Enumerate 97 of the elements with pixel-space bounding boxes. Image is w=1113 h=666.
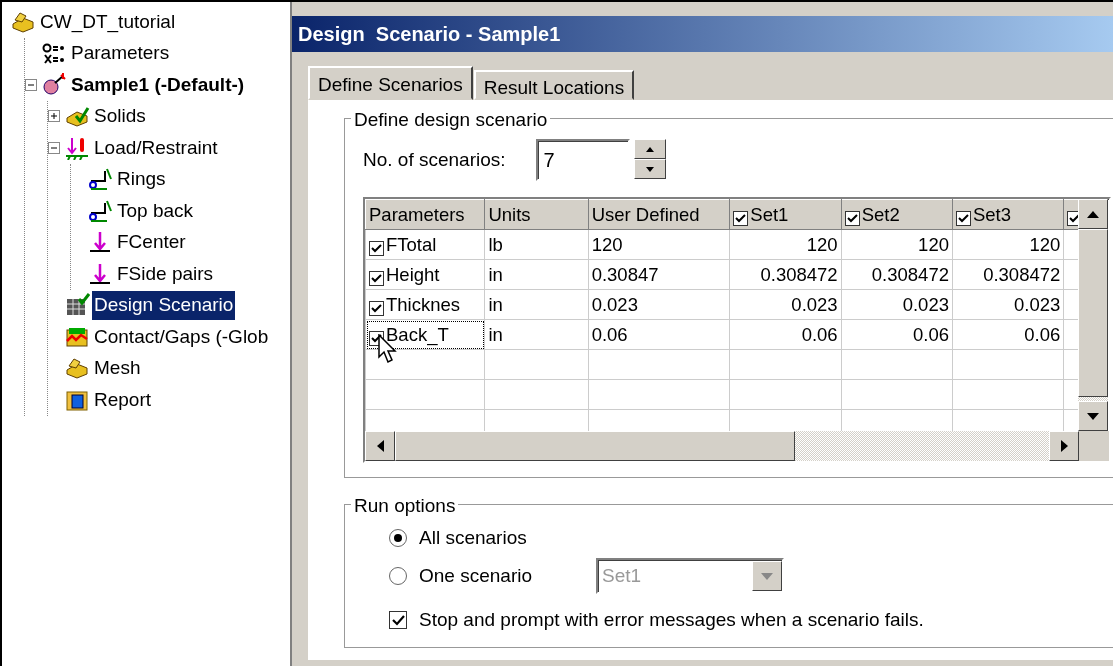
left-arrow-icon — [376, 440, 384, 452]
column-header[interactable]: Set3 — [952, 199, 1064, 230]
column-header[interactable]: Parameters — [365, 199, 485, 230]
column-header[interactable]: Units — [484, 199, 589, 230]
scenarios-label: No. of scenarios: — [363, 147, 506, 172]
scrollbar-corner — [1079, 431, 1109, 461]
column-title: Set3 — [973, 203, 1012, 225]
check-icon — [371, 303, 382, 313]
radio-button[interactable] — [389, 567, 407, 585]
radio-label: One scenario — [419, 563, 532, 588]
up-arrow-icon — [1087, 210, 1099, 218]
column-header[interactable]: Set2 — [841, 199, 953, 230]
table-cell: 120 — [841, 229, 953, 260]
spin-up-button[interactable] — [633, 139, 666, 159]
table-icon — [64, 293, 90, 318]
tree-item[interactable]: FSide pairs — [115, 259, 216, 288]
table-cell: in — [484, 289, 589, 320]
check-icon — [846, 213, 858, 223]
table-cell: 0.023 — [729, 289, 842, 320]
column-header[interactable]: Set1 — [729, 199, 842, 230]
check-icon — [391, 614, 405, 626]
column-title: Set1 — [750, 203, 789, 225]
parameter-name: FTotal — [386, 233, 437, 255]
table-cell: 0.06 — [729, 319, 842, 350]
dialog-title: Design Scenario - Sample1 — [292, 16, 1113, 52]
tab[interactable]: Result Locations — [473, 70, 635, 100]
restraint-icon — [87, 198, 113, 223]
tree-item[interactable]: Parameters — [69, 39, 172, 68]
check-icon — [958, 213, 969, 223]
table-cell: 0.308472 — [952, 259, 1064, 290]
force-icon — [87, 230, 113, 255]
table-cell: 0.06 — [952, 319, 1064, 350]
table-cell: in — [484, 259, 589, 290]
checkbox[interactable] — [369, 300, 384, 316]
tree-item[interactable]: Load/Restraint — [92, 133, 220, 162]
table-cell: 0.023 — [841, 289, 953, 320]
tree-item[interactable]: Mesh — [92, 354, 143, 383]
checkbox[interactable] — [733, 210, 749, 226]
dropdown-value: Set1 — [602, 563, 642, 588]
checkbox[interactable] — [389, 611, 407, 629]
column-header[interactable]: User Defined — [588, 199, 730, 230]
up-arrow-icon — [645, 146, 654, 152]
tree-item[interactable]: Contact/Gaps (-Glob — [92, 322, 271, 351]
tree-item[interactable]: Report — [92, 385, 154, 414]
tree-item[interactable]: Design Scenario — [92, 291, 236, 320]
down-arrow-icon — [645, 166, 654, 172]
parameter-name: Thicknes — [386, 293, 461, 315]
load-icon — [64, 135, 90, 160]
table-cell: 0.06 — [588, 319, 730, 350]
table-cell: 120 — [588, 229, 730, 260]
checkbox[interactable] — [844, 210, 860, 226]
table-cell: lb — [484, 229, 589, 260]
checkbox[interactable] — [956, 210, 971, 226]
check-icon — [371, 273, 382, 283]
parameter-name: Height — [386, 263, 440, 285]
table-cell: 0.06 — [841, 319, 953, 350]
scenarios-field[interactable]: 7 — [535, 139, 630, 181]
check-icon — [371, 243, 382, 253]
column-title: Set2 — [861, 203, 900, 225]
variables-icon — [41, 41, 67, 66]
vertical-scrollbar[interactable] — [1078, 199, 1108, 431]
table-cell: 0.308472 — [729, 259, 842, 290]
checkbox[interactable] — [369, 240, 384, 256]
check-icon — [1069, 213, 1078, 223]
restraint-icon — [87, 167, 113, 192]
expander-icon[interactable] — [48, 110, 60, 123]
tree-item[interactable]: CW_DT_tutorial — [38, 7, 178, 36]
table-cell: 0.30847 — [588, 259, 730, 290]
probe-icon — [41, 72, 67, 97]
table-cell: 120 — [952, 229, 1064, 260]
tree-item[interactable]: Sample1 (-Default-) — [69, 70, 247, 99]
radio-label: All scenarios — [419, 525, 527, 550]
spin-down-button[interactable] — [633, 159, 666, 179]
table-cell: 120 — [729, 229, 842, 260]
dropdown-arrow-icon — [761, 572, 773, 580]
radio-button[interactable] — [389, 529, 407, 547]
part-icon — [64, 356, 90, 381]
parameter-name: Back_T — [386, 323, 449, 345]
tree-item[interactable]: Rings — [115, 165, 168, 194]
horizontal-scrollbar[interactable] — [365, 431, 1109, 461]
down-arrow-icon — [1087, 412, 1099, 420]
tree-item[interactable]: FCenter — [115, 228, 188, 257]
force-icon — [87, 261, 113, 286]
expander-icon[interactable] — [48, 141, 60, 154]
right-arrow-icon — [1060, 440, 1068, 452]
checkbox-label: Stop and prompt with error messages when a scenario fails. — [419, 607, 924, 632]
expander-icon[interactable] — [25, 78, 37, 91]
check-icon — [735, 213, 747, 223]
checkbox[interactable] — [1067, 210, 1078, 226]
table-cell: 0.023 — [588, 289, 730, 320]
tab[interactable]: Define Scenarios — [308, 66, 473, 100]
checkbox[interactable] — [369, 270, 384, 286]
tree-item[interactable]: Top back — [115, 196, 196, 225]
table-cell: 0.308472 — [841, 259, 953, 290]
tree-item[interactable]: Solids — [92, 102, 148, 131]
table-cell: in — [484, 319, 589, 350]
table-cell: 0.023 — [952, 289, 1064, 320]
